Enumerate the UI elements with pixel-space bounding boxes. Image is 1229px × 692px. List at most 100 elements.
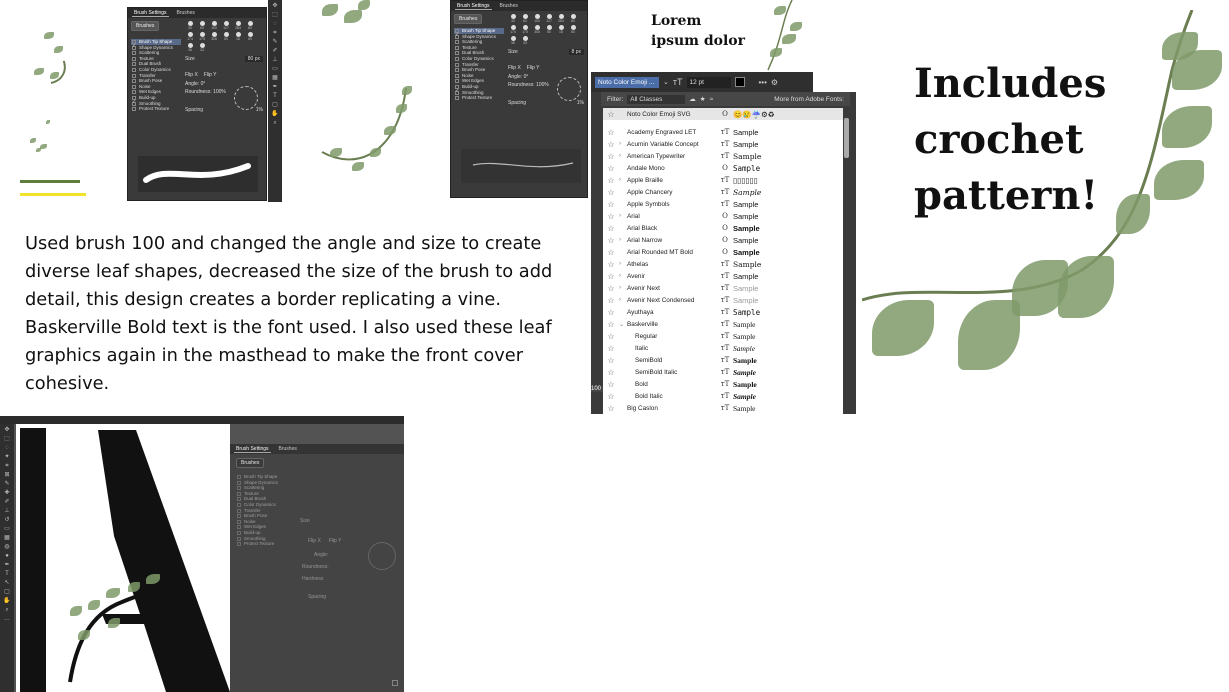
spacing-value-2[interactable]: 1% [577,100,584,106]
checkbox-icon[interactable] [132,73,136,78]
type-icon[interactable]: T [273,92,277,100]
star-icon[interactable]: ☆ [603,344,619,353]
shape-icon[interactable]: ▢ [272,101,278,109]
blur-icon-2[interactable]: ◍ [4,543,9,551]
checkbox-icon[interactable] [237,519,241,524]
more-tools-icon-2[interactable]: … [4,615,10,623]
frame-icon-2[interactable]: ⊠ [4,471,9,479]
star-icon[interactable]: ☆ [603,176,619,185]
brush-preset[interactable]: 127 [544,14,554,23]
font-row-top[interactable]: ☆ Noto Color Emoji SVG O 😊😢☔⚙♻ [603,108,843,120]
brush-preset[interactable]: 174 [508,25,518,34]
brush-preset[interactable]: 80 [245,21,255,30]
angle-value-2[interactable]: 0° [524,74,529,80]
font-row[interactable]: ☆ › Acumin Variable Concept ᴛT Sample [603,138,843,150]
checkbox-icon[interactable] [237,497,241,502]
checkbox-icon[interactable] [132,84,136,89]
tab-brushes-2[interactable]: Brushes [498,3,520,9]
type-icon-2[interactable]: T [5,570,9,578]
checkbox-icon[interactable] [237,508,241,513]
star-icon[interactable]: ☆ [603,380,619,389]
font-row[interactable]: ☆ › Avenir ᴛT Sample [603,270,843,282]
flip-x-checkbox-3[interactable]: Flip X [308,538,321,544]
font-row[interactable]: ☆ › American Typewriter ᴛT Sample [603,150,843,162]
font-row[interactable]: ☆ Arial Black O Sample [603,222,843,234]
stamp-icon[interactable]: ⊥ [272,56,277,64]
star-icon[interactable]: ☆ [603,200,619,209]
stamp-icon-2[interactable]: ⊥ [4,507,9,515]
checkbox-icon[interactable] [237,502,241,507]
angle-wheel-3[interactable] [368,542,396,570]
checkbox-icon[interactable] [237,475,241,479]
font-row[interactable]: ☆ SemiBold ᴛT Sample [603,354,843,366]
font-row[interactable]: ☆ Apple Symbols ᴛT Sample [603,198,843,210]
checkbox-icon[interactable] [237,480,241,485]
brush-preset[interactable]: 127 [221,21,231,30]
font-row[interactable]: ☆ Andale Mono O Sample [603,162,843,174]
cloud-icon[interactable]: ☁ [689,95,696,103]
star-icon[interactable]: ☆ [603,296,619,305]
checkbox-icon[interactable] [132,67,136,72]
star-icon[interactable]: ☆ [603,164,619,173]
checkbox-icon[interactable] [455,33,459,39]
star-icon[interactable]: ☆ [603,188,619,197]
checkbox-icon[interactable] [455,62,459,67]
star-icon[interactable]: ☆ [603,284,619,293]
tab-brush-settings-3[interactable]: Brush Settings [234,446,271,453]
spacing-value[interactable]: 1% [256,107,263,113]
expand-chevron-icon[interactable]: › [619,273,627,279]
color-swatch[interactable] [734,77,745,87]
expand-chevron-icon[interactable]: › [619,153,627,159]
more-icon[interactable]: ••• [759,78,767,87]
checkbox-icon[interactable] [132,62,136,67]
heal-icon-2[interactable]: ✚ [4,489,9,497]
star-icon[interactable]: ☆ [603,260,619,269]
star-icon[interactable]: ☆ [603,224,619,233]
move-icon-2[interactable]: ✥ [4,426,9,434]
font-row[interactable]: ☆ › Avenir Next ᴛT Sample [603,282,843,294]
size-value[interactable]: 80 px [244,56,263,62]
similar-icon[interactable]: ≈ [710,96,714,103]
star-icon[interactable]: ☆ [603,140,619,149]
brush-preset[interactable]: 16 [233,32,243,41]
font-row[interactable]: ☆ Academy Engraved LET ᴛT Sample [603,126,843,138]
brush-preset-grid-2[interactable]: 30 60 100 127 284 80 174 175 306 50 16 60 36 33 [508,14,584,45]
brush-preset[interactable]: 30 [508,14,518,23]
crop-icon[interactable]: ⌗ [273,29,276,37]
checkbox-icon[interactable] [132,51,136,56]
angle-wheel-2[interactable] [557,77,581,101]
expand-chevron-icon[interactable]: › [619,237,627,243]
star-icon[interactable]: ☆ [603,356,619,365]
roundness-value-2[interactable]: 100% [536,82,549,88]
brush-preset-grid[interactable]: 30 60 100 127 284 80 174 175 306 50 16 60 36 33 [185,21,263,52]
font-row[interactable]: ☆ › Arial O Sample [603,210,843,222]
path-icon-2[interactable]: ↖ [4,579,9,587]
gradient-icon-2[interactable]: ▦ [4,534,10,542]
font-row[interactable]: ☆ › Athelas ᴛT Sample [603,258,843,270]
font-family-select[interactable]: Noto Color Emoji ... [595,76,659,88]
font-row[interactable]: ☆ Bold Italic ᴛT Sample [603,390,843,402]
dodge-icon-2[interactable]: ● [5,552,9,560]
lasso-icon[interactable]: ◌ [273,20,277,28]
font-row[interactable]: ☆ Apple Chancery ᴛT Sample [603,186,843,198]
brushes-button-3[interactable]: Brushes [236,458,265,468]
checkbox-icon[interactable] [455,51,459,56]
eraser-icon[interactable]: ▭ [272,65,278,73]
font-size-field[interactable]: 12 pt [686,76,731,88]
zoom-icon-2[interactable]: ⌕ [5,606,8,614]
angle-value[interactable]: 0° [201,81,206,87]
brush-icon-2[interactable]: ✐ [4,498,9,506]
brush-preset[interactable]: 33 [197,43,207,52]
font-row[interactable]: ☆ › Apple Braille ᴛT ▯▯▯▯▯▯ [603,174,843,186]
checkbox-icon[interactable] [455,45,459,50]
star-icon[interactable]: ☆ [603,248,619,257]
font-row[interactable]: ☆ SemiBold Italic ᴛT Sample [603,366,843,378]
checkbox-icon[interactable] [132,56,136,61]
marquee-icon[interactable]: ⬚ [272,11,278,19]
flip-x-checkbox[interactable]: Flip X [185,72,198,78]
brush-preset[interactable]: 174 [185,32,195,41]
pen-icon[interactable]: ✒ [272,83,277,91]
tab-brushes-3[interactable]: Brushes [277,446,299,452]
star-icon[interactable]: ☆ [603,128,619,137]
brush-icon[interactable]: ✐ [272,47,277,55]
